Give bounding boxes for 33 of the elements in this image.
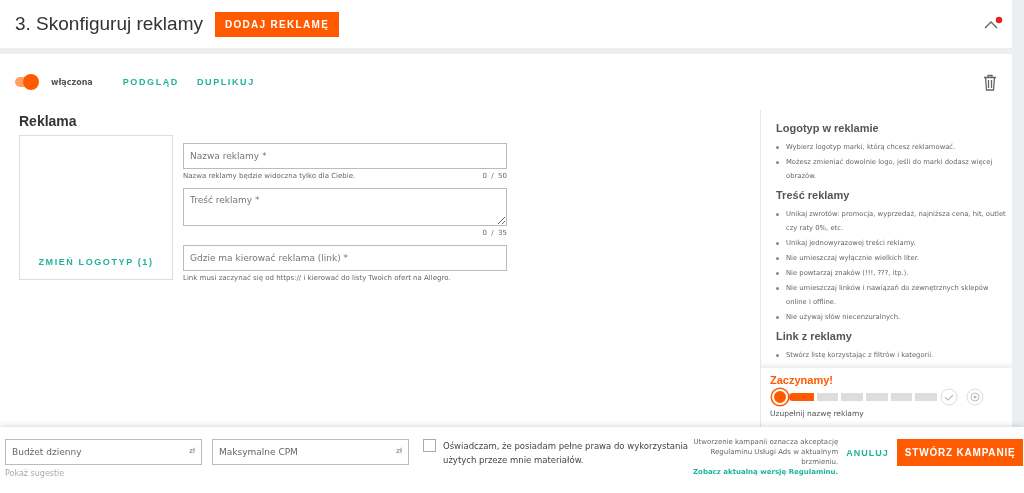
bullet-icon <box>776 316 779 319</box>
toggle-switch[interactable] <box>15 77 37 87</box>
add-ad-button[interactable]: DODAJ REKLAMĘ <box>214 11 340 37</box>
bullet-icon <box>776 242 779 245</box>
trash-icon[interactable] <box>983 73 997 91</box>
suggestions-link[interactable]: Pokaż sugestie <box>5 469 409 478</box>
text-field[interactable]: Nazwa reklamy * <box>183 143 507 169</box>
cancel-button[interactable]: ANULUJ <box>846 448 889 458</box>
bullet-icon <box>776 146 779 149</box>
change-logo-link[interactable]: ZMIEŃ LOGOTYP (1) <box>38 257 154 267</box>
text-field[interactable]: Gdzie ma kierować reklama (link) * <box>183 245 507 271</box>
progress-title: Zaczynamy! <box>770 374 834 386</box>
bullet-icon <box>776 272 779 275</box>
create-campaign-button[interactable]: STWÓRZ KAMPANIĘ <box>896 439 1024 466</box>
bullet-icon <box>776 287 779 290</box>
help-heading: Logotyp w reklamie <box>776 122 880 134</box>
consent-text: Oświadczam, że posiadam pełne prawa do wykorzystania użytych przeze mnie materiałów. <box>443 440 689 467</box>
step-marker-icon <box>772 389 788 405</box>
bullet-icon <box>776 257 779 260</box>
text-area[interactable]: Treść reklamy * <box>183 188 507 226</box>
section-title: 3. Skonfiguruj reklamy <box>15 13 203 35</box>
check-icon <box>940 388 958 406</box>
bullet-icon <box>776 213 779 216</box>
bullet-icon <box>776 161 779 164</box>
checkbox[interactable] <box>423 439 436 452</box>
help-heading: Treść reklamy <box>776 189 851 201</box>
toggle-label: włączona <box>51 77 93 87</box>
bullet-icon <box>776 354 779 357</box>
action-link[interactable]: PODGLĄD <box>122 77 179 87</box>
action-link[interactable]: DUPLIKUJ <box>196 77 255 87</box>
help-heading: Link z reklamy <box>776 330 853 342</box>
section-heading: Reklama <box>19 113 78 129</box>
target-icon <box>966 388 984 406</box>
